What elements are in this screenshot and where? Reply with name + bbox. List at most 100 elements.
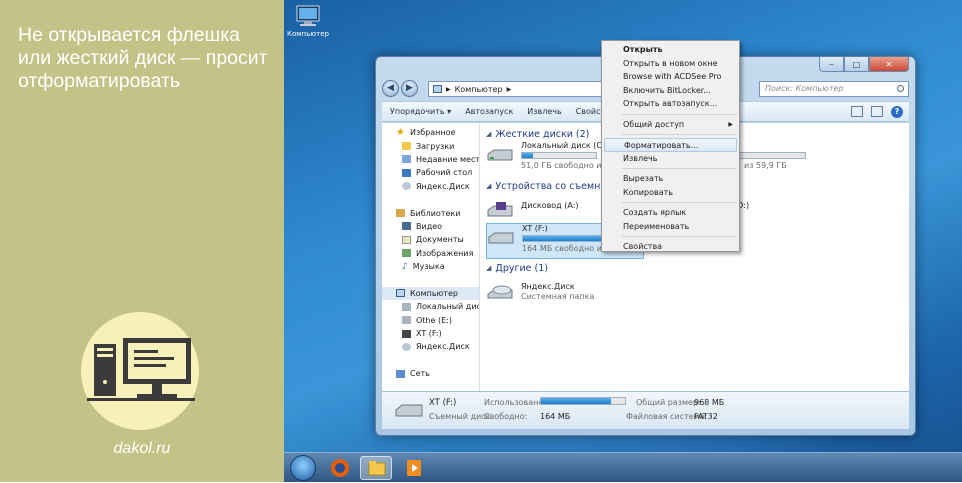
folder-icon: [368, 461, 386, 476]
back-button[interactable]: ◀: [382, 80, 399, 97]
context-menu: Открыть Открыть в новом окне Browse with A…: [601, 40, 740, 252]
maximize-button[interactable]: □: [844, 57, 869, 72]
minimize-button[interactable]: ‒: [819, 57, 844, 72]
menu-item-label: Открыть автозапуск...: [623, 99, 718, 108]
details-free-value: 164 МБ: [540, 412, 571, 421]
menu-item-label: Вырезать: [623, 174, 664, 183]
autoplay-button[interactable]: Автозапуск: [465, 107, 513, 116]
taskbar-media-player[interactable]: [398, 456, 430, 480]
help-icon[interactable]: ?: [891, 106, 903, 118]
usb-drive-icon: [488, 232, 514, 244]
cloud-icon: [402, 182, 411, 191]
music-icon: ♪: [402, 261, 408, 272]
nav-item-downloads[interactable]: Загрузки: [382, 139, 479, 152]
menu-item-label: Открыть: [623, 45, 663, 54]
hard-drive-icon: [402, 302, 411, 311]
preview-pane-icon[interactable]: [871, 106, 883, 117]
usb-drive-icon: [395, 404, 423, 417]
nav-item-documents[interactable]: Документы: [382, 233, 479, 246]
menu-item[interactable]: Общий доступ ▶: [602, 118, 739, 132]
menu-separator: [622, 134, 737, 135]
promo-illustration: [81, 312, 199, 430]
cloud-icon: [402, 342, 411, 351]
menu-item-label: Открыть в новом окне: [623, 58, 718, 68]
video-icon: [402, 222, 411, 231]
menu-item[interactable]: Browse with ACDSee Pro: [602, 70, 739, 84]
taskbar-explorer[interactable]: [360, 456, 392, 480]
star-icon: ★: [396, 127, 405, 139]
documents-icon: [402, 235, 411, 244]
menu-separator: [622, 168, 737, 169]
start-button[interactable]: [290, 455, 316, 481]
nav-item-desktop[interactable]: Рабочий стол: [382, 166, 479, 179]
nav-item-video[interactable]: Видео: [382, 220, 479, 233]
menu-item-label: Создать ярлык: [623, 208, 687, 217]
menu-item[interactable]: Извлечь: [602, 152, 739, 166]
menu-item[interactable]: Открыть в новом окне: [602, 57, 739, 71]
hard-drive-icon: [402, 316, 411, 325]
details-usage-bar: [540, 397, 626, 405]
details-type: Съемный диск: [429, 412, 491, 421]
nav-item-recent[interactable]: Недавние места: [382, 153, 479, 166]
folder-icon: [402, 142, 411, 151]
forward-button[interactable]: ▶: [401, 80, 418, 97]
group-header-other[interactable]: ◢ Другие (1): [486, 261, 906, 275]
menu-item-label: Переименовать: [623, 221, 690, 231]
menu-item[interactable]: Копировать: [602, 186, 739, 200]
computer-icon: [296, 5, 320, 26]
details-total-value: 968 МБ: [694, 398, 725, 407]
menu-separator: [622, 236, 737, 237]
drive-item-yandex[interactable]: Яндекс.Диск Системная папка: [486, 277, 686, 311]
view-options-icon[interactable]: [851, 106, 863, 117]
recent-places-icon: [402, 155, 411, 164]
menu-item[interactable]: Форматировать...: [604, 138, 737, 152]
eject-button[interactable]: Извлечь: [527, 107, 561, 116]
nav-item-drive-e[interactable]: Othe (E:): [382, 313, 479, 326]
library-icon: [396, 209, 405, 218]
computer-illustration-icon: [87, 338, 195, 401]
navigation-pane: ★ Избранное Загрузки Недавние места Рабо…: [382, 123, 480, 392]
search-icon: [897, 85, 904, 92]
nav-libraries[interactable]: Библиотеки: [382, 206, 479, 219]
hard-drive-icon: [487, 149, 513, 161]
menu-item[interactable]: Свойства: [602, 240, 739, 254]
taskbar-firefox[interactable]: [324, 456, 356, 480]
close-button[interactable]: ✕: [869, 57, 909, 72]
menu-item-label: Извлечь: [623, 153, 658, 163]
breadcrumb-arrow-icon: ▶: [506, 85, 512, 93]
nav-item-drive-c[interactable]: Локальный диск (C: [382, 300, 479, 313]
menu-item[interactable]: Вырезать: [602, 172, 739, 186]
promo-panel: Не открывается флешка или жесткий диск —…: [0, 0, 284, 482]
menu-item[interactable]: Создать ярлык: [602, 206, 739, 220]
nav-computer[interactable]: Компьютер: [382, 286, 479, 301]
menu-item[interactable]: Включить BitLocker...: [602, 84, 739, 98]
nav-item-yandex-disk[interactable]: Яндекс.Диск: [382, 340, 479, 353]
breadcrumb-arrow-icon: ▶: [446, 85, 451, 93]
nav-item-music[interactable]: ♪ Музыка: [382, 260, 479, 273]
desktop-computer-shortcut[interactable]: Компьютер: [286, 4, 330, 38]
details-name: XT (F:): [429, 398, 457, 408]
search-input[interactable]: Поиск: Компьютер: [759, 81, 909, 97]
nav-favorites[interactable]: ★ Избранное: [382, 126, 479, 139]
window-controls: ‒ □ ✕: [819, 57, 909, 72]
nav-network[interactable]: Сеть: [382, 367, 479, 380]
desktop-icon-label: Компьютер: [287, 30, 329, 38]
collapse-icon: ◢: [486, 130, 492, 138]
cloud-drive-icon: [487, 285, 513, 299]
breadcrumb-computer[interactable]: Компьютер: [455, 85, 503, 94]
nav-item-pictures[interactable]: Изображения: [382, 247, 479, 260]
usb-drive-icon: [402, 329, 411, 338]
menu-item-label: Свойства: [623, 242, 663, 251]
organize-button[interactable]: Упорядочить ▾: [390, 107, 451, 116]
nav-item-drive-f[interactable]: XT (F:): [382, 327, 479, 340]
computer-icon: [396, 289, 405, 298]
menu-item[interactable]: Открыть автозапуск...: [602, 97, 739, 111]
menu-item[interactable]: Переименовать: [602, 220, 739, 234]
computer-icon: [433, 85, 442, 93]
nav-item-yandex[interactable]: Яндекс.Диск: [382, 180, 479, 193]
menu-item[interactable]: Открыть: [602, 43, 739, 57]
menu-item-label: Общий доступ: [623, 119, 685, 129]
menu-separator: [622, 202, 737, 203]
details-usage-fill: [541, 398, 611, 404]
taskbar: [284, 452, 962, 482]
